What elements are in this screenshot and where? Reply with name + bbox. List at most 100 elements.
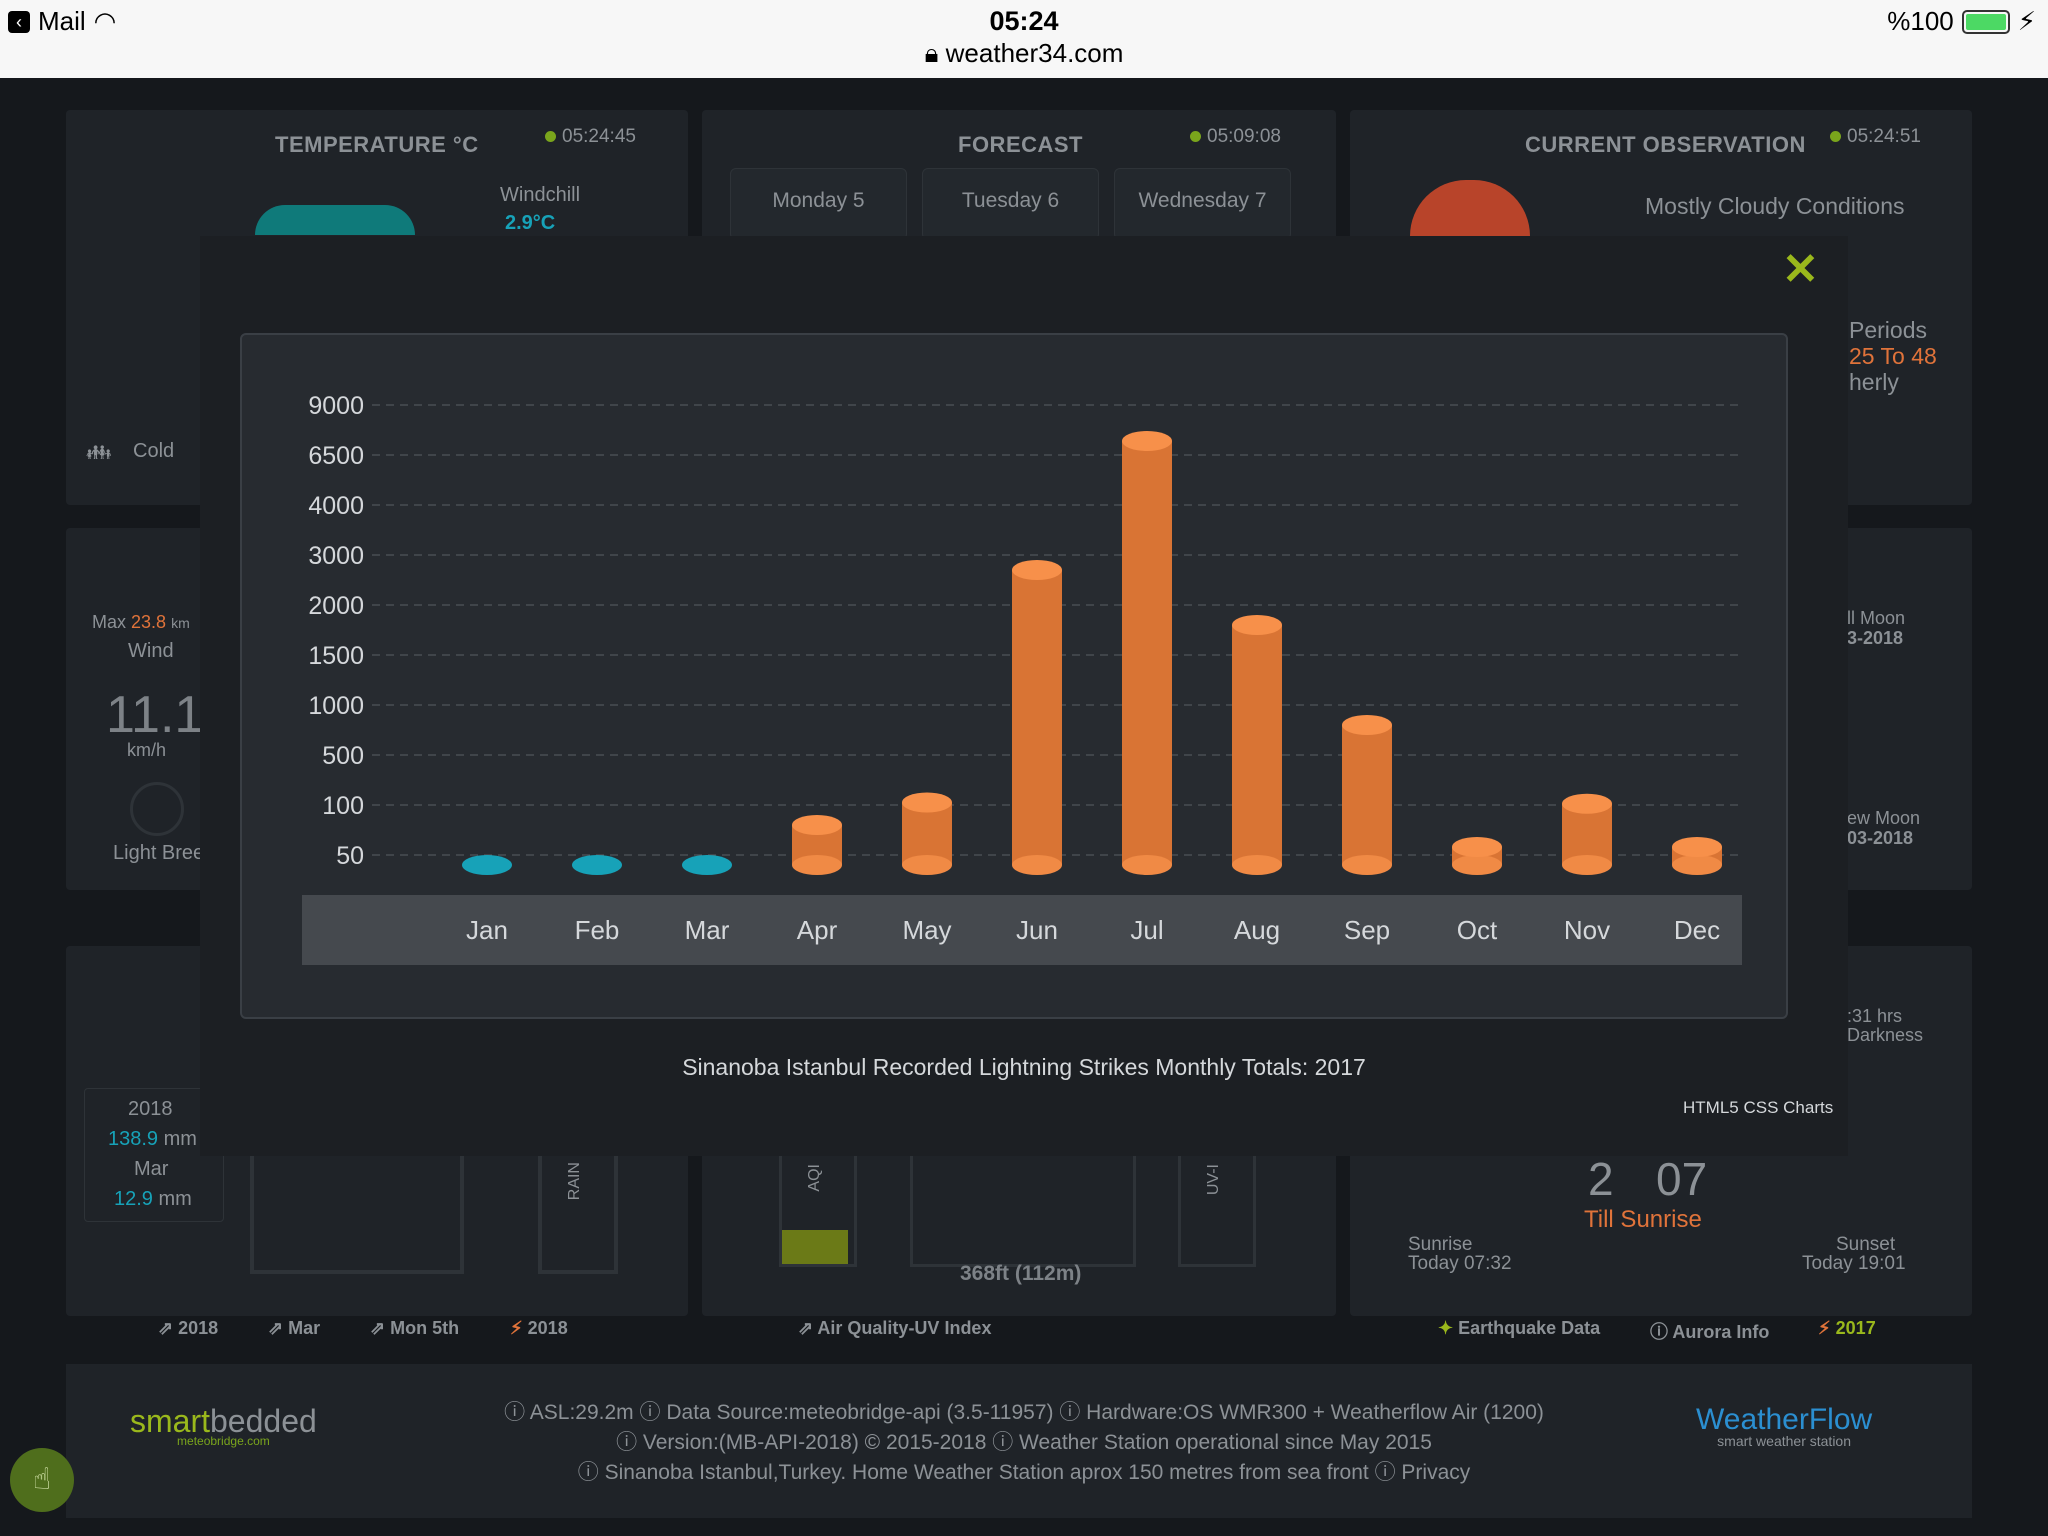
close-icon[interactable]: ✕ [1782, 244, 1819, 295]
sunset-time: Today 19:01 [1802, 1253, 1906, 1274]
footer-link-rain-day[interactable]: ⇗ Mon 5th [370, 1318, 459, 1339]
periods-label: Periods [1849, 317, 1927, 343]
x-tick-label: Nov [1564, 915, 1610, 945]
footer-link-earthquake[interactable]: ✦ Earthquake Data [1438, 1318, 1600, 1339]
y-tick-label: 1500 [308, 642, 364, 670]
bar-top [1342, 715, 1392, 735]
bar-zero [682, 855, 732, 875]
x-tick-label: Dec [1674, 915, 1720, 945]
new-moon-label: ew Moon [1847, 808, 1921, 828]
full-moon-label: ll Moon [1847, 608, 1906, 628]
bar-top [1232, 615, 1282, 635]
aqi-fill [782, 1230, 848, 1264]
bar-base [1672, 855, 1722, 875]
full-moon-date: 3-2018 [1847, 628, 1904, 648]
y-tick-label: 1000 [308, 692, 364, 720]
till-sunrise: Till Sunrise [1584, 1206, 1702, 1233]
observation-title: CURRENT OBSERVATION [1525, 132, 1806, 157]
wind-speed: 11.1 [106, 686, 204, 744]
battery-status: %100 ⚡︎ [1887, 6, 2036, 37]
battery-icon [1961, 9, 2010, 34]
x-tick-label: Oct [1457, 915, 1498, 945]
x-tick-label: Jan [466, 915, 508, 945]
x-tick-label: Jul [1130, 915, 1163, 945]
bar-body [1012, 570, 1062, 865]
forecast-day[interactable]: Wednesday 7 [1114, 168, 1291, 240]
temperature-title: TEMPERATURE °C [275, 132, 479, 157]
temperature-dial [255, 205, 415, 235]
lightning-chart: 9000650040003000200015001000500100500Jan… [302, 392, 1742, 965]
aqi-label: AQI [806, 1164, 823, 1192]
footer-link-rain-year[interactable]: ⇗ 2018 [158, 1318, 218, 1339]
footer-link-air-quality[interactable]: ⇗ Air Quality-UV Index [798, 1318, 991, 1339]
forecast-day[interactable]: Monday 5 [730, 168, 907, 240]
bar-body [1232, 625, 1282, 865]
rain-gauge [250, 1156, 464, 1274]
new-moon-date: 03-2018 [1847, 828, 1914, 848]
bar-base [1342, 855, 1392, 875]
footer-link-rain-month[interactable]: ⇗ Mar [268, 1318, 320, 1339]
forecast-day[interactable]: Tuesday 6 [922, 168, 1099, 240]
y-tick-label: 2000 [308, 592, 364, 620]
footer-link-lightning-2018[interactable]: ⚡︎ 2018 [510, 1318, 568, 1339]
darkness-hrs: :31 hrs [1847, 1006, 1903, 1026]
bar-base [1122, 855, 1172, 875]
lock-icon: 🔒︎ [924, 38, 939, 68]
x-tick-label: Jun [1016, 915, 1058, 945]
windchill-value: 2.9°C [505, 212, 556, 234]
forecast-title: FORECAST [958, 132, 1083, 157]
darkness-label: Darkness [1847, 1025, 1924, 1045]
touch-icon[interactable]: ☝︎ [10, 1448, 74, 1512]
temperature-time: 05:24:45 [545, 126, 636, 148]
bar-zero [572, 855, 622, 875]
x-tick-label: Aug [1234, 915, 1280, 945]
cold-label: Cold [133, 440, 175, 462]
status-bar: ‹ Mail ◠ 05:24 🔒︎ weather34.com %100 ⚡︎ [0, 0, 2048, 78]
altitude-gauge [910, 1156, 1136, 1267]
y-tick-label: 6500 [308, 442, 364, 470]
bar-base [1232, 855, 1282, 875]
forecast-time: 05:09:08 [1190, 126, 1281, 148]
periods-range: 25 To 48 [1849, 343, 1937, 369]
y-tick-label: 9000 [308, 392, 364, 420]
sunrise-hours: 2 [1588, 1153, 1614, 1205]
footer-link-aurora[interactable]: ⓘ Aurora Info [1650, 1318, 1769, 1344]
rain-year: 2018 [128, 1098, 173, 1120]
footer-info-line-3: ⓘ Sinanoba Istanbul,Turkey. Home Weather… [577, 1461, 1471, 1484]
chart-credit[interactable]: HTML5 CSS Charts [1683, 1098, 1833, 1118]
bar-top [792, 815, 842, 835]
wind-unit: km/h [127, 740, 167, 760]
bar-base [1012, 855, 1062, 875]
x-tick-label: May [902, 915, 951, 945]
y-tick-label: 500 [322, 742, 364, 770]
chart-frame: 9000650040003000200015001000500100500Jan… [240, 333, 1788, 1019]
bar-top [1122, 431, 1172, 451]
rain-month: Mar [134, 1158, 169, 1180]
observation-time: 05:24:51 [1830, 126, 1921, 148]
chart-caption: Sinanoba Istanbul Recorded Lightning Str… [682, 1054, 1366, 1080]
url-text: weather34.com [945, 38, 1124, 68]
y-tick-label: 3000 [308, 542, 364, 570]
bar-base [1452, 855, 1502, 875]
wind-max: Max 23.8 km [92, 612, 190, 632]
bar-base [792, 855, 842, 875]
sunrise-minutes: 07 [1656, 1153, 1708, 1205]
rain-gauge-label: RAIN [566, 1162, 583, 1201]
bar-top [1452, 837, 1502, 857]
bar-zero [462, 855, 512, 875]
battery-percent: %100 [1887, 6, 1954, 36]
address-bar[interactable]: 🔒︎ weather34.com [0, 38, 2048, 70]
periods-direction: herly [1849, 369, 1899, 395]
bar-top [902, 792, 952, 813]
bar-body [1122, 441, 1172, 865]
rain-year-value: 138.9 mm [108, 1128, 197, 1150]
weatherflow-logo[interactable]: WeatherFlow smart weather station [1696, 1403, 1872, 1449]
footer-link-lightning-2017[interactable]: ⚡︎ 2017 [1818, 1318, 1876, 1339]
y-tick-label: 100 [322, 792, 364, 820]
y-tick-label: 4000 [308, 492, 364, 520]
x-tick-label: Feb [575, 915, 620, 945]
bar-base [902, 855, 952, 875]
rain-month-value: 12.9 mm [114, 1188, 192, 1210]
bar-top [1012, 560, 1062, 580]
wind-desc: Light Bree [113, 842, 205, 864]
